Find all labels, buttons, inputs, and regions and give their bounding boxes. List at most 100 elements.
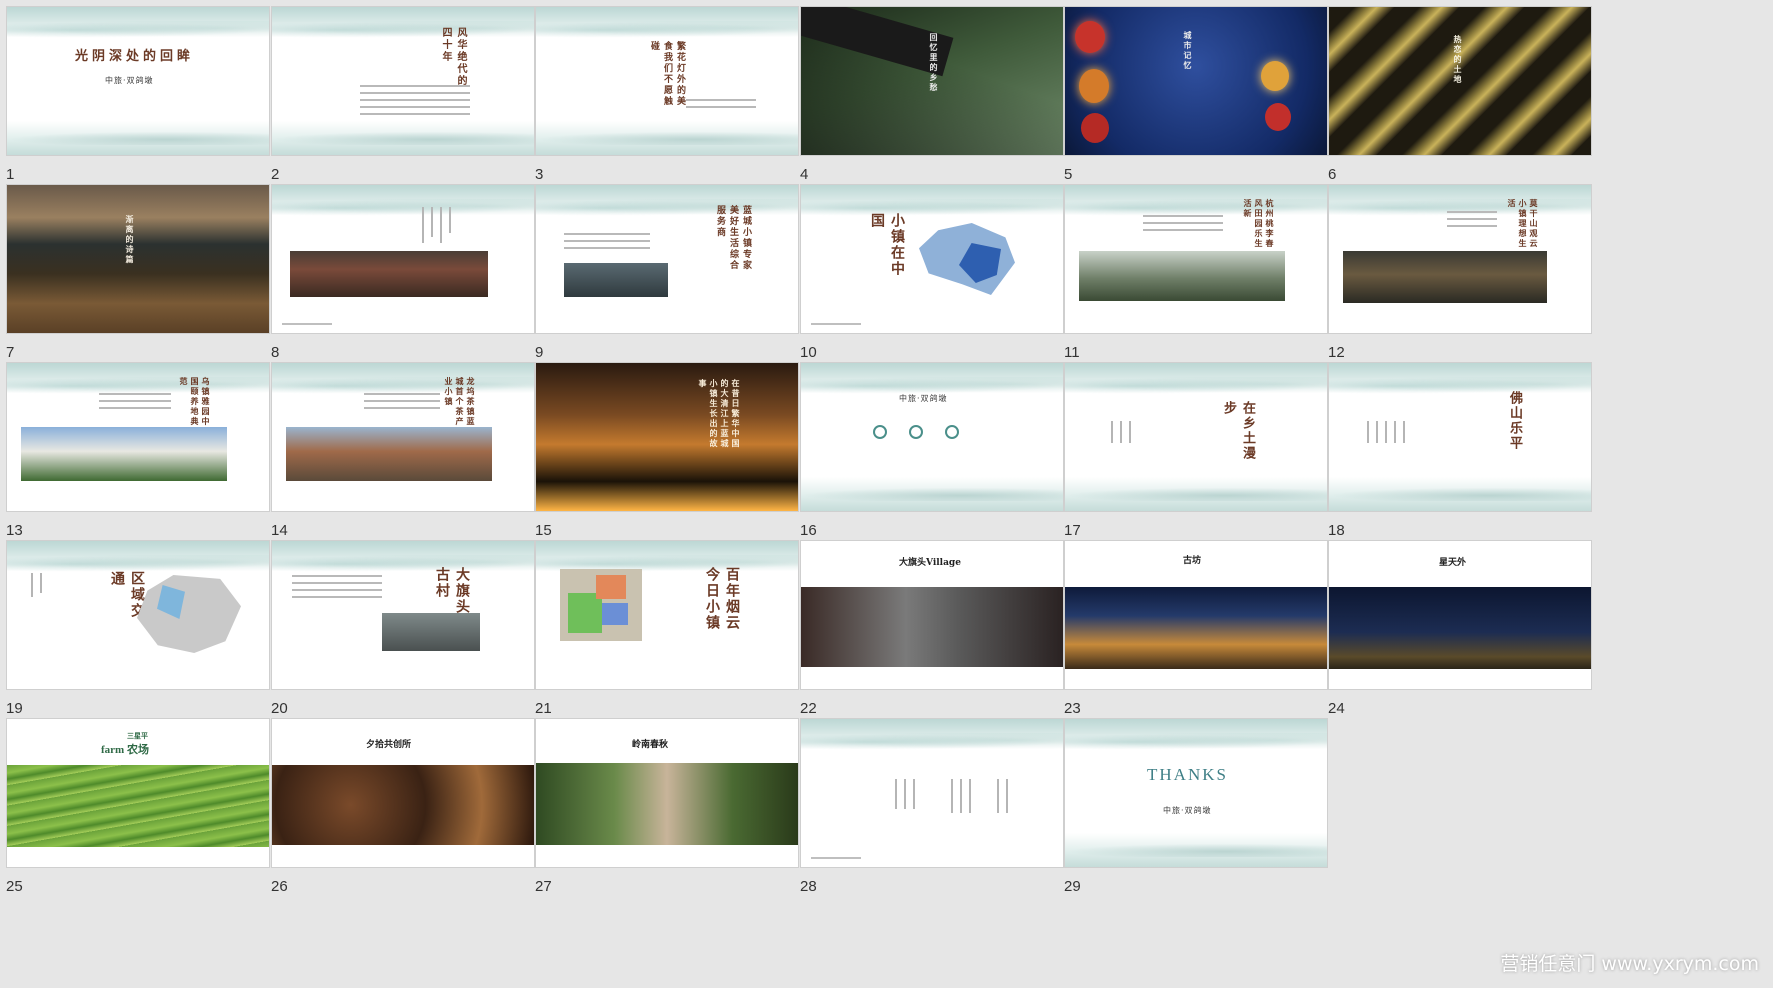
body-text-lines (1447, 211, 1497, 232)
project-photo (564, 263, 668, 297)
slide-number: 11 (1064, 344, 1080, 361)
slide-canvas: 龙坞茶镇蓝城首个茶产业小镇 (271, 362, 535, 512)
slide-thumbnail-20[interactable]: 大旗头古村 20 (271, 540, 535, 730)
slide-canvas: 小镇在中国 (800, 184, 1064, 334)
slide-thumbnail-10[interactable]: 小镇在中国 10 (800, 184, 1064, 374)
slide-canvas: THANKS 中旅·双鸽墩 (1064, 718, 1328, 868)
ink-wash (801, 185, 1063, 217)
slide-title: 乌镇雅园中国颐养地典范 (179, 377, 211, 427)
vertical-text-lines (895, 779, 915, 809)
slide-canvas: 杭州桃李春风田园乐生活新 (1064, 184, 1328, 334)
slide-number: 5 (1064, 166, 1073, 183)
lantern-shape (1079, 69, 1109, 103)
slide-number: 14 (271, 522, 288, 539)
ink-wash (1065, 719, 1327, 751)
ink-wash (536, 121, 798, 155)
slide-thumbnail-4[interactable]: 回忆里的乡愁 4 (800, 6, 1064, 196)
slide-number: 9 (535, 344, 544, 361)
craft-photo (272, 765, 534, 845)
plan-zone (602, 603, 628, 625)
slide-canvas: 古坊 (1064, 540, 1328, 690)
slide-thumbnail-22[interactable]: 大旗头Village 22 (800, 540, 1064, 730)
slide-thumbnail-7[interactable]: 渐离的诗篇 7 (6, 184, 270, 374)
slide-title: 古坊 (1183, 556, 1202, 566)
slide-thumbnail-9[interactable]: 蓝城小镇专家美好生活综合服务商 9 (535, 184, 799, 374)
slide-thumbnail-1[interactable]: 光阴深处的回眸 中旅·双鸽墩 1 (6, 6, 270, 196)
slide-canvas: 城市记忆 (1064, 6, 1328, 156)
slide-thumbnail-5[interactable]: 城市记忆 5 (1064, 6, 1328, 196)
slide-number: 21 (535, 700, 552, 717)
slide-title: 城市记忆 (1183, 31, 1193, 71)
ink-wash (1065, 185, 1327, 217)
slide-thumbnail-25[interactable]: 三星平 farm 农场 25 (6, 718, 270, 908)
footer-line (811, 857, 861, 859)
slide-thumbnail-19[interactable]: 区域交通 19 (6, 540, 270, 730)
night-courtyard-photo (1329, 587, 1591, 669)
slide-thumbnail-12[interactable]: 莫干山观云小镇理想生活 12 (1328, 184, 1592, 374)
slide-title: farm 农场 (101, 744, 149, 756)
slide-number: 17 (1064, 522, 1081, 539)
slide-canvas: 风华绝代的四十年 (271, 6, 535, 156)
slide-title: 蓝城小镇专家美好生活综合服务商 (715, 205, 751, 271)
slide-thumbnail-28[interactable]: 28 (800, 718, 1064, 908)
slide-canvas: 岭南春秋 (535, 718, 799, 868)
slide-thumbnail-18[interactable]: 佛山乐平 18 (1328, 362, 1592, 552)
slide-canvas (800, 718, 1064, 868)
plan-zone (596, 575, 626, 599)
slide-number: 18 (1328, 522, 1345, 539)
slide-thumbnail-24[interactable]: 星天外 24 (1328, 540, 1592, 730)
slide-thumbnail-15[interactable]: 在昔日繁华中国的大清江上蓝城小镇生长出的故事 15 (535, 362, 799, 552)
slide-title: 在昔日繁华中国的大清江上蓝城小镇生长出的故事 (698, 379, 741, 449)
slide-title: 大旗头Village (899, 558, 961, 568)
terraced-farm-photo (7, 765, 269, 847)
region-map-shape (137, 575, 241, 653)
body-text-lines (1143, 215, 1223, 236)
slide-title: 佛山乐平 (1507, 391, 1522, 451)
slide-number: 8 (271, 344, 280, 361)
slide-canvas: 百年烟云今日小镇 (535, 540, 799, 690)
slide-canvas: 区域交通 (6, 540, 270, 690)
slide-thumbnail-17[interactable]: 在乡土漫步 17 (1064, 362, 1328, 552)
ink-wash (536, 541, 798, 573)
slide-number: 16 (800, 522, 817, 539)
slide-thumbnail-3[interactable]: 繁花灯外的美食我们不愿触碰 3 (535, 6, 799, 196)
slide-number: 23 (1064, 700, 1081, 717)
slide-thumbnail-29[interactable]: THANKS 中旅·双鸽墩 29 (1064, 718, 1328, 908)
slide-canvas: 中旅·双鸽墩 (800, 362, 1064, 512)
courtyard-photo (1343, 251, 1547, 303)
footer-line (811, 323, 861, 325)
slide-title: 光阴深处的回眸 (75, 49, 195, 64)
ink-wash (1329, 477, 1591, 511)
slide-thumbnail-23[interactable]: 古坊 23 (1064, 540, 1328, 730)
lantern-shape (1075, 21, 1105, 53)
slide-thumbnail-11[interactable]: 杭州桃李春风田园乐生活新 11 (1064, 184, 1328, 374)
town-street-photo (290, 251, 488, 297)
slide-number: 24 (1328, 700, 1345, 717)
slide-thumbnail-21[interactable]: 百年烟云今日小镇 21 (535, 540, 799, 730)
slide-thumbnail-14[interactable]: 龙坞茶镇蓝城首个茶产业小镇 14 (271, 362, 535, 552)
ink-wash (272, 121, 534, 155)
slide-canvas: 在昔日繁华中国的大清江上蓝城小镇生长出的故事 (535, 362, 799, 512)
slide-canvas: 光阴深处的回眸 中旅·双鸽墩 (6, 6, 270, 156)
slide-thumbnail-27[interactable]: 岭南春秋 27 (535, 718, 799, 908)
slide-canvas: 渐离的诗篇 (6, 184, 270, 334)
feature-icon (873, 425, 887, 439)
slide-number: 29 (1064, 878, 1081, 895)
body-text-lines (360, 85, 470, 120)
slide-title: 小镇在中国 (869, 213, 905, 277)
vertical-text-lines (1367, 421, 1405, 443)
slide-thumbnail-6[interactable]: 热恋的土地 6 (1328, 6, 1592, 196)
body-text-lines (364, 393, 440, 414)
ink-wash (7, 363, 269, 395)
slide-canvas: 夕拾共创所 (271, 718, 535, 868)
slide-number: 12 (1328, 344, 1345, 361)
slide-thumbnail-8[interactable]: 8 (271, 184, 535, 374)
slide-thumbnail-13[interactable]: 乌镇雅园中国颐养地典范 13 (6, 362, 270, 552)
slide-thumbnail-26[interactable]: 夕拾共创所 26 (271, 718, 535, 908)
slide-canvas: 繁花灯外的美食我们不愿触碰 (535, 6, 799, 156)
brand-logo: 中旅·双鸽墩 (105, 76, 154, 85)
slide-title: 杭州桃李春风田园乐生活新 (1243, 199, 1275, 249)
slide-thumbnail-16[interactable]: 中旅·双鸽墩 16 (800, 362, 1064, 552)
slide-thumbnail-2[interactable]: 风华绝代的四十年 2 (271, 6, 535, 196)
slide-canvas: 蓝城小镇专家美好生活综合服务商 (535, 184, 799, 334)
